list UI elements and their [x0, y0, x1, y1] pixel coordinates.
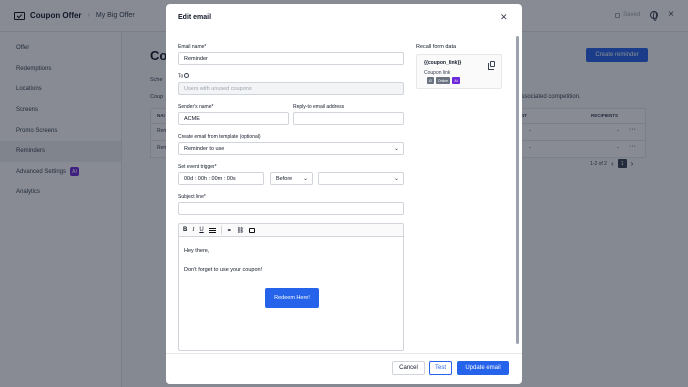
underline-icon[interactable]: U: [199, 227, 203, 233]
template-label: Create email from template (optional): [178, 134, 261, 140]
to-input[interactable]: Users with unused coupons: [178, 82, 404, 95]
trigger-direction-select[interactable]: Before ⌄: [270, 172, 313, 185]
subject-input[interactable]: [178, 202, 404, 215]
update-email-button[interactable]: Update email: [457, 361, 509, 375]
modal-scrollbar[interactable]: [516, 36, 519, 344]
recall-field-card[interactable]: {{coupon_link}} Coupon link t2 Online AI: [416, 54, 502, 89]
link-icon[interactable]: ⚭: [227, 227, 232, 234]
template-select[interactable]: Reminder to use ⌄: [178, 142, 404, 155]
email-name-input[interactable]: Reminder: [178, 52, 404, 65]
cancel-button[interactable]: Cancel: [392, 361, 425, 375]
image-icon[interactable]: [249, 227, 256, 233]
email-name-label: Email name*: [178, 44, 207, 50]
info-icon[interactable]: [184, 73, 190, 78]
ai-badge-icon: AI: [452, 77, 461, 84]
trigger-event-select[interactable]: ⌄: [318, 172, 404, 185]
modal-title: Edit email: [178, 14, 212, 21]
copy-icon[interactable]: [488, 61, 495, 70]
modal-footer: Cancel Test Update email: [166, 353, 522, 384]
chevron-down-icon: ⌄: [302, 176, 308, 182]
redeem-here-button[interactable]: Redeem Here!: [265, 288, 319, 308]
recall-field-name: Coupon link: [424, 70, 451, 76]
editor-text-line: Hey there,: [184, 248, 210, 254]
reply-to-label: Reply-to email address: [293, 104, 345, 110]
sender-name-input[interactable]: ACME: [178, 112, 289, 125]
toolbar-divider: [220, 226, 222, 234]
edit-email-modal: Edit email ✕ Email name* Reminder To Use…: [166, 4, 522, 384]
bold-icon[interactable]: B: [183, 227, 187, 233]
to-label-text: To: [178, 73, 184, 80]
editor-toolbar: B I U ⚭ ⛓: [179, 224, 403, 237]
remove-link-icon[interactable]: ⛓: [237, 227, 245, 234]
reply-to-input[interactable]: [293, 112, 404, 125]
bullet-list-icon[interactable]: [208, 227, 216, 233]
chevron-down-icon: ⌄: [393, 176, 399, 182]
editor-text-line: Don't forget to use your coupon!: [184, 267, 263, 273]
recall-form-data-title: Recall form data: [416, 44, 457, 50]
close-icon[interactable]: ✕: [500, 12, 508, 22]
italic-icon[interactable]: I: [192, 227, 194, 233]
chevron-down-icon: ⌄: [393, 146, 399, 152]
event-trigger-input[interactable]: 00d : 00h : 00m : 00s: [178, 172, 264, 185]
sender-name-label: Sender's name*: [178, 104, 214, 110]
tag-badge: t2: [427, 77, 434, 84]
to-label: To: [178, 73, 190, 80]
tag-badge: Online: [435, 77, 451, 84]
email-body-editor[interactable]: B I U ⚭ ⛓ Hey there, Don't forget to use…: [178, 223, 404, 351]
test-button[interactable]: Test: [429, 361, 452, 375]
recall-tags: t2 Online AI: [427, 77, 461, 84]
template-select-value: Reminder to use: [184, 145, 225, 152]
subject-label: Subject line*: [178, 194, 206, 200]
event-trigger-label: Set event trigger*: [178, 164, 217, 170]
trigger-direction-value: Before: [276, 175, 293, 182]
recall-field-code: {{coupon_link}}: [424, 60, 462, 66]
